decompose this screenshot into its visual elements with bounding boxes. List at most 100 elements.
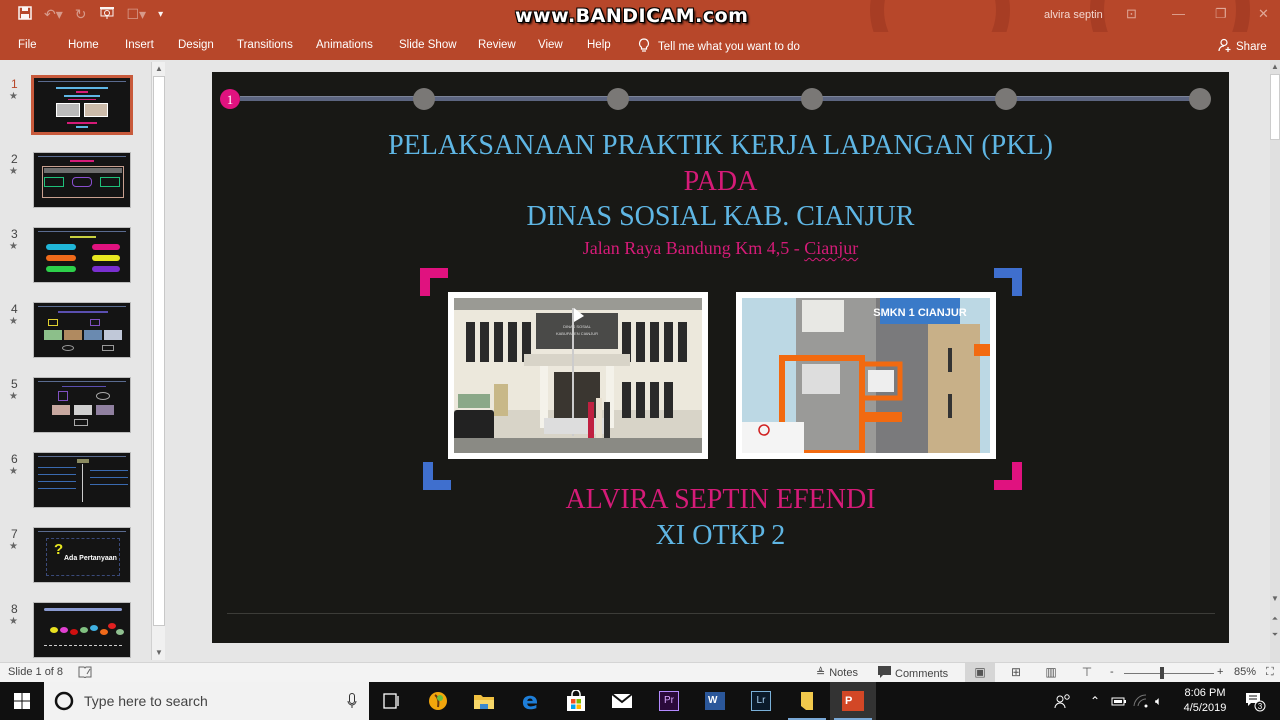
slide-subtitle-pada: PADA (683, 166, 758, 197)
battery-icon[interactable] (1111, 682, 1127, 720)
slide-thumbnail-8[interactable]: 8 ★ (0, 602, 150, 662)
scroll-down-icon[interactable]: ▼ (1270, 592, 1280, 606)
title-decoration (870, 0, 1010, 32)
slide-thumbnail-1[interactable]: 1 ★ (0, 75, 150, 137)
notes-button[interactable]: ≜ Notes (816, 666, 858, 680)
tab-file[interactable]: File (18, 39, 37, 51)
thumbnail-preview: ? Ada Pertanyaan (33, 527, 131, 583)
building-sign: DINAS SOSIAL (563, 324, 592, 329)
animation-star-icon: ★ (9, 316, 18, 327)
slide-thumbnail-5[interactable]: 5 ★ (0, 377, 150, 437)
scrollbar-thumb[interactable] (1270, 74, 1280, 140)
previous-slide-icon[interactable]: ⏶ (1270, 612, 1280, 626)
minimize-icon[interactable]: — (1172, 6, 1185, 21)
action-center-icon[interactable]: 3 (1244, 682, 1266, 720)
building-sign: SMKN 1 CIANJUR (873, 307, 967, 319)
reading-view-icon[interactable]: ▥ (1036, 663, 1066, 683)
tab-help[interactable]: Help (587, 39, 611, 51)
powerpoint-icon[interactable]: P (830, 682, 876, 720)
tab-design[interactable]: Design (178, 39, 214, 51)
microphone-icon[interactable] (347, 693, 357, 714)
undo-icon[interactable]: ↶▾ (44, 6, 63, 23)
slide-number: 4 (11, 302, 18, 316)
scrollbar-thumb[interactable] (153, 76, 165, 626)
restore-icon[interactable]: ❐ (1215, 6, 1227, 22)
scroll-up-icon[interactable]: ▲ (152, 62, 166, 76)
wifi-icon[interactable] (1133, 682, 1149, 720)
next-slide-icon[interactable]: ⏷ (1270, 628, 1280, 642)
slide-show-view-icon[interactable]: ⊤ (1072, 663, 1102, 683)
photo-dinas-sosial[interactable]: DINAS SOSIAL KABUPATEN CIANJUR (448, 292, 708, 459)
slide-thumbnail-4[interactable]: 4 ★ (0, 302, 150, 362)
clock-time: 8:06 PM (1184, 687, 1226, 699)
task-view-icon[interactable] (369, 682, 415, 720)
tell-me-search[interactable]: Tell me what you want to do (638, 38, 800, 56)
comments-button[interactable]: Comments (878, 666, 948, 681)
scroll-up-icon[interactable]: ▲ (1270, 60, 1280, 74)
tab-home[interactable]: Home (68, 39, 99, 51)
building-photo-right: SMKN 1 CIANJUR (742, 298, 990, 456)
lightroom-icon[interactable]: Lr (738, 682, 784, 720)
file-explorer-icon[interactable] (461, 682, 507, 720)
progress-dot (801, 88, 823, 110)
taskbar-search[interactable]: Type here to search (44, 682, 369, 720)
fl-studio-icon[interactable] (415, 682, 461, 720)
animation-star-icon: ★ (9, 166, 18, 177)
tab-transitions[interactable]: Transitions (237, 39, 293, 51)
people-icon[interactable] (1054, 682, 1072, 720)
thumbnail-scrollbar[interactable]: ▲ ▼ (151, 62, 165, 660)
mail-icon[interactable] (599, 682, 645, 720)
tab-review[interactable]: Review (478, 39, 516, 51)
tab-animations[interactable]: Animations (316, 39, 373, 51)
progress-dot (413, 88, 435, 110)
customize-qat-icon[interactable]: ▾ (158, 9, 163, 20)
folder-icon[interactable] (784, 682, 830, 720)
comments-label: Comments (895, 667, 949, 680)
fit-to-window-icon[interactable]: ⛶ (1266, 666, 1274, 679)
word-icon[interactable]: W (692, 682, 738, 720)
slide-thumbnail-7[interactable]: 7 ★ ? Ada Pertanyaan (0, 527, 150, 587)
bandicam-watermark: www.BANDICAM.com (515, 5, 749, 27)
slide-thumbnail-3[interactable]: 3 ★ (0, 227, 150, 287)
slide-canvas[interactable]: 1 PELAKSANAAN PRAKTIK KERJA LAPANGAN (PK… (212, 72, 1229, 643)
scroll-down-icon[interactable]: ▼ (152, 646, 166, 660)
slide-thumbnail-2[interactable]: 2 ★ (0, 152, 150, 212)
start-button[interactable] (0, 682, 44, 720)
zoom-slider[interactable] (1124, 673, 1214, 674)
notification-count: 3 (1258, 702, 1263, 711)
zoom-out-button[interactable]: - (1110, 666, 1114, 678)
close-icon[interactable]: ✕ (1258, 6, 1269, 22)
slide-scrollbar[interactable]: ▲ ▼ ⏶ ⏷ (1270, 60, 1280, 662)
slide-sorter-view-icon[interactable]: ⊞ (1001, 663, 1031, 683)
animation-star-icon: ★ (9, 391, 18, 402)
zoom-slider-thumb[interactable] (1159, 667, 1164, 679)
user-name[interactable]: alvira septin (1044, 9, 1103, 21)
class-name: XI OTKP 2 (655, 520, 786, 551)
slide-number: 3 (11, 227, 18, 241)
premiere-pro-icon[interactable]: Pr (646, 682, 692, 720)
slide-number: 7 (11, 527, 18, 541)
normal-view-icon[interactable]: ▣ (965, 663, 995, 683)
clock-date: 4/5/2019 (1183, 702, 1227, 714)
microsoft-store-icon[interactable] (553, 682, 599, 720)
shape-icon[interactable]: ☐▾ (127, 6, 147, 23)
slide-thumbnail-6[interactable]: 6 ★ (0, 452, 150, 512)
ribbon-display-options-icon[interactable]: ⊡ (1126, 6, 1137, 22)
photo-smkn-1-cianjur[interactable]: SMKN 1 CIANJUR (736, 292, 996, 459)
animation-star-icon: ★ (9, 541, 18, 552)
present-from-start-icon[interactable] (99, 6, 115, 23)
system-clock[interactable]: 8:06 PM 4/5/2019 (1180, 686, 1230, 716)
volume-icon[interactable]: 🔈︎ (1155, 682, 1162, 720)
notes-label: Notes (829, 666, 858, 679)
show-hidden-icons-icon[interactable]: ⌃ (1090, 682, 1100, 720)
redo-icon[interactable]: ↻ (75, 6, 87, 23)
edge-browser-icon[interactable]: e (507, 682, 553, 720)
save-icon[interactable] (18, 6, 32, 23)
share-button[interactable]: Share (1218, 38, 1267, 55)
zoom-in-button[interactable]: + (1217, 666, 1223, 678)
zoom-level[interactable]: 85% (1234, 666, 1256, 678)
spell-check-icon[interactable] (78, 666, 92, 678)
tab-slide-show[interactable]: Slide Show (399, 39, 457, 51)
tab-insert[interactable]: Insert (125, 39, 154, 51)
tab-view[interactable]: View (538, 39, 563, 51)
